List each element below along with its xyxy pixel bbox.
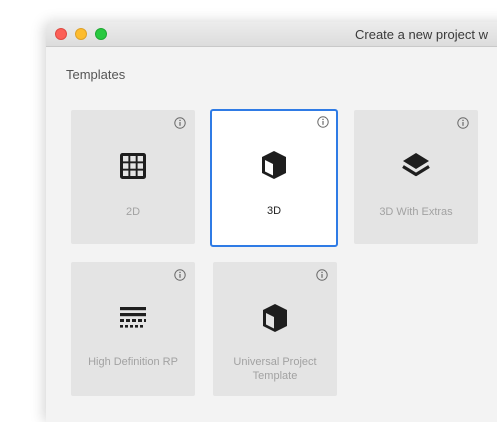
grid-icon xyxy=(120,153,146,179)
template-label: Universal Project Template xyxy=(233,356,317,382)
layers-icon xyxy=(402,153,430,177)
templates-heading: Templates xyxy=(66,67,126,82)
minimize-window-button[interactable] xyxy=(75,28,87,40)
template-card-high-definition-rp[interactable]: High Definition RP xyxy=(71,262,195,396)
template-card-3d-with-extras[interactable]: 3D With Extras xyxy=(354,110,478,244)
cube-icon xyxy=(262,151,286,179)
window-title: Create a new project w xyxy=(355,27,488,42)
hdrp-icon xyxy=(120,307,146,328)
info-icon[interactable] xyxy=(457,117,469,129)
template-label: High Definition RP xyxy=(88,356,178,368)
info-icon[interactable] xyxy=(316,269,328,281)
info-icon[interactable] xyxy=(174,117,186,129)
template-label: 3D xyxy=(266,205,282,217)
template-card-universal-project-template[interactable]: Universal Project Template xyxy=(213,262,337,396)
template-card-2d[interactable]: 2D xyxy=(71,110,195,244)
template-label: 2D xyxy=(125,206,141,218)
info-icon[interactable] xyxy=(317,116,329,128)
template-label: 3D With Extras xyxy=(379,206,453,218)
maximize-window-button[interactable] xyxy=(95,28,107,40)
template-card-3d[interactable]: 3D xyxy=(210,109,338,247)
title-bar: Create a new project w xyxy=(46,22,497,47)
cube-icon xyxy=(263,304,287,332)
new-project-window: Create a new project w Templates 2D 3D 3… xyxy=(46,22,497,422)
close-window-button[interactable] xyxy=(55,28,67,40)
info-icon[interactable] xyxy=(174,269,186,281)
